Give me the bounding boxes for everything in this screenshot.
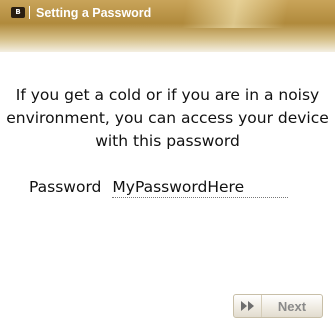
title-bar: B Setting a Password (0, 0, 335, 52)
fast-forward-icon (234, 295, 262, 317)
page-title: Setting a Password (36, 6, 152, 20)
password-label: Password (29, 178, 102, 196)
app-logo-icon: B (11, 7, 25, 18)
password-row: Password MyPasswordHere (29, 178, 289, 202)
instruction-text: If you get a cold or if you are in a noi… (6, 86, 329, 150)
title-divider (29, 6, 30, 19)
password-field[interactable]: MyPasswordHere (112, 178, 289, 198)
next-button[interactable]: Next (233, 294, 323, 318)
next-button-label: Next (277, 298, 307, 314)
